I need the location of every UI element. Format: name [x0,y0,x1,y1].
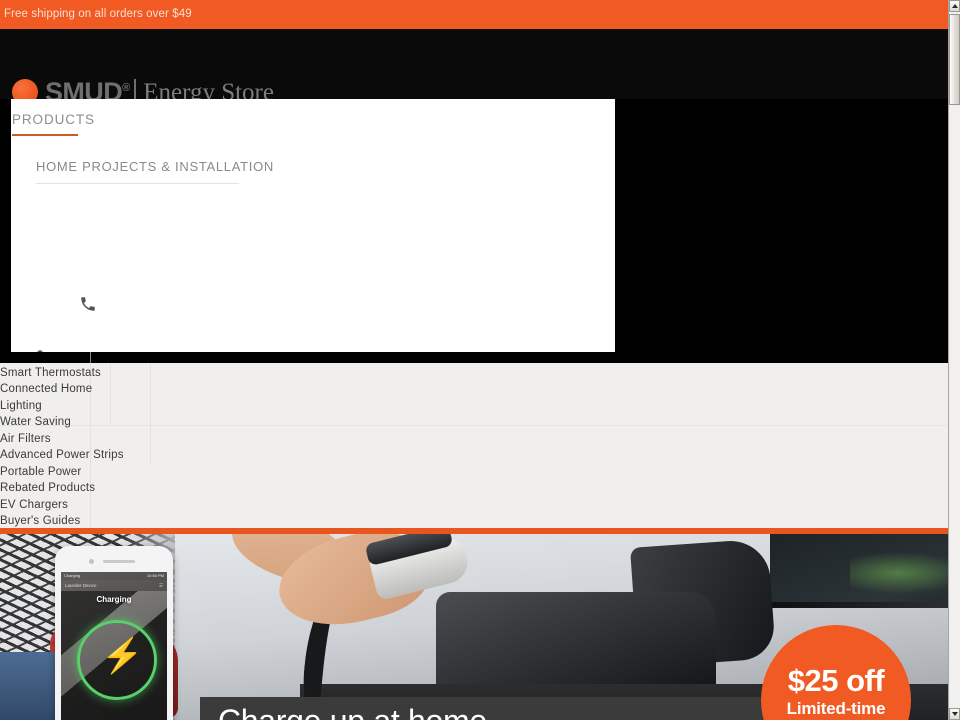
phone-camera-icon [89,559,94,564]
category-item[interactable]: EV Chargers [0,499,68,511]
header-bottom-strip [0,352,948,363]
category-col-divider [110,363,111,423]
category-item[interactable]: Lighting [0,400,42,412]
phone-back-label: Launder Device [65,583,97,588]
hero-caption-text: Charge up at home [218,703,487,720]
tab-products[interactable]: PRODUCTS [12,112,95,127]
promo-badge-subtitle: Limited-time [786,699,886,718]
menu-item-home-projects[interactable]: HOME PROJECTS & INSTALLATION [36,159,274,174]
site-header: SMUD® Energy Store [0,29,948,105]
hero-window-reflection [850,552,948,594]
scrollbar-thumb[interactable] [949,14,960,105]
lightning-bolt-icon: ⚡ [101,637,144,675]
phone-charging-title: Charging [96,595,132,604]
category-item[interactable]: Smart Thermostats [0,367,101,379]
category-item[interactable]: Air Filters [0,433,51,445]
phone-menu-icon: ☰ [158,583,163,588]
scroll-down-arrow-icon [951,712,958,716]
promo-badge-amount: $25 off [787,663,885,698]
phone-status-bar: Charging 10:56 PM [61,572,167,580]
category-item[interactable]: Buyer's Guides [0,515,80,527]
category-col-divider [150,363,151,463]
phone-status-left: Charging [64,573,81,578]
tab-products-active-underline [12,134,78,136]
category-item[interactable]: Rebated Products [0,482,95,494]
category-item[interactable]: Connected Home [0,383,92,395]
phone-nav-bar: Launder Device ☰ [61,580,167,591]
scroll-down-button[interactable] [949,708,960,720]
phone-screen: Charging 10:56 PM Launder Device ☰ Charg… [61,572,167,720]
category-item[interactable]: Advanced Power Strips [0,449,124,461]
scroll-up-arrow-icon [951,4,958,8]
menu-divider [36,183,239,184]
category-list: Smart Thermostats Connected Home Lightin… [0,363,948,528]
announcement-bar: Free shipping on all orders over $49 [0,0,948,29]
page-root: Free shipping on all orders over $49 SMU… [0,0,948,720]
hero-car-trim [768,602,948,608]
phone-icon[interactable] [79,295,97,313]
scroll-up-button[interactable] [949,0,960,12]
products-dropdown-panel: PRODUCTS HOME PROJECTS & INSTALLATION [11,99,615,419]
phone-status-time: 10:56 PM [146,573,164,578]
category-item[interactable]: Portable Power [0,466,81,478]
hero-caption-overlay: Charge up at home [200,697,764,720]
vertical-scrollbar[interactable] [948,0,960,720]
category-item[interactable]: Water Saving [0,416,71,428]
category-row-divider [0,425,948,426]
phone-speaker-icon [103,560,135,563]
dropdown-pointer-tick [90,352,91,363]
hero-phone-mockup: Charging 10:56 PM Launder Device ☰ Charg… [55,546,173,720]
